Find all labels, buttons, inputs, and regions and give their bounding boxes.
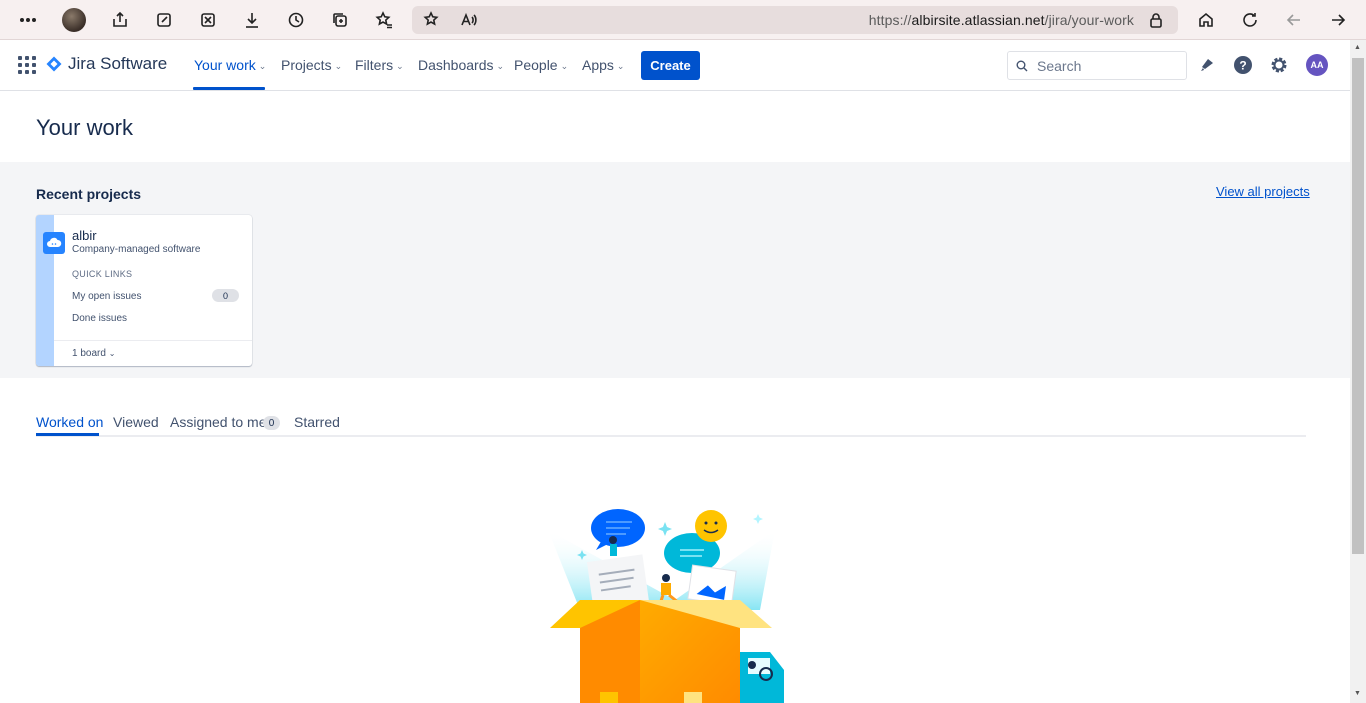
read-aloud-icon[interactable]	[457, 8, 481, 32]
nav-projects[interactable]: Projects ⌄	[281, 57, 342, 73]
view-all-projects-link[interactable]: View all projects	[1216, 184, 1310, 199]
chevron-down-icon: ⌄	[496, 60, 505, 71]
tab-worked-on[interactable]: Worked on	[36, 414, 103, 430]
nav-your-work[interactable]: Your work ⌄	[194, 57, 266, 73]
share-icon[interactable]	[108, 8, 132, 32]
browser-toolbar: https://albirsite.atlassian.net/jira/you…	[0, 0, 1366, 40]
scroll-down-arrow-icon[interactable]: ▼	[1354, 690, 1361, 697]
favorites-icon[interactable]	[372, 8, 396, 32]
chevron-down-icon: ⌄	[258, 60, 267, 71]
card-divider	[54, 340, 252, 341]
search-input[interactable]: Search	[1007, 51, 1187, 80]
recent-projects-heading: Recent projects	[36, 186, 142, 202]
product-name: Jira Software	[68, 54, 168, 73]
user-avatar[interactable]: AA	[1306, 54, 1328, 76]
browser-profile-avatar[interactable]	[62, 8, 86, 32]
project-type: Company-managed software	[72, 244, 201, 255]
create-button[interactable]: Create	[641, 51, 700, 80]
project-cloud-icon	[43, 232, 65, 254]
active-nav-indicator	[193, 87, 265, 90]
tab-assigned-to-me[interactable]: Assigned to me	[170, 414, 267, 430]
add-favorite-icon[interactable]	[419, 8, 443, 32]
my-open-issues-link[interactable]: My open issues	[72, 291, 141, 302]
tabs-divider	[36, 435, 1306, 437]
collections-icon[interactable]	[328, 8, 352, 32]
active-tab-indicator	[36, 433, 99, 436]
back-icon[interactable]	[1282, 8, 1306, 32]
svg-text:?: ?	[1239, 59, 1246, 73]
settings-icon[interactable]	[1268, 54, 1290, 76]
quick-links-heading: QUICK LINKS	[72, 269, 133, 279]
project-name[interactable]: albir	[72, 228, 97, 243]
search-placeholder: Search	[1037, 58, 1082, 74]
chevron-down-icon: ⌄	[560, 60, 569, 71]
scroll-up-arrow-icon[interactable]: ▲	[1354, 44, 1361, 51]
jira-logo[interactable]: Jira Software	[46, 54, 167, 74]
nav-dashboards[interactable]: Dashboards ⌄	[418, 57, 504, 73]
nav-people[interactable]: People ⌄	[514, 57, 568, 73]
tab-starred[interactable]: Starred	[294, 414, 340, 430]
notifications-icon[interactable]	[1196, 54, 1218, 76]
history-icon[interactable]	[284, 8, 308, 32]
project-card[interactable]: albir Company-managed software QUICK LIN…	[36, 215, 252, 366]
chevron-down-icon: ⌄	[616, 60, 625, 71]
download-icon[interactable]	[240, 8, 264, 32]
jira-top-nav: Jira Software Your work ⌄ Projects ⌄ Filte…	[0, 40, 1350, 91]
address-bar[interactable]: https://albirsite.atlassian.net/jira/you…	[412, 6, 1178, 34]
assigned-count-badge: 0	[263, 416, 280, 430]
refresh-icon[interactable]	[1238, 8, 1262, 32]
math-solver-icon[interactable]	[196, 8, 220, 32]
done-issues-link[interactable]: Done issues	[72, 313, 127, 324]
jira-logo-icon	[46, 56, 62, 72]
open-issues-count-badge: 0	[212, 289, 239, 302]
search-icon	[1016, 60, 1028, 72]
forward-icon[interactable]	[1326, 8, 1350, 32]
page-scrollbar[interactable]: ▲ ▼	[1350, 40, 1366, 703]
home-icon[interactable]	[1194, 8, 1218, 32]
chevron-down-icon: ⌄	[108, 349, 116, 358]
url-text: https://albirsite.atlassian.net/jira/you…	[868, 12, 1134, 28]
nav-apps[interactable]: Apps ⌄	[582, 57, 624, 73]
chevron-down-icon: ⌄	[334, 60, 343, 71]
boards-dropdown[interactable]: 1 board ⌄	[72, 348, 115, 359]
lock-icon[interactable]	[1144, 8, 1168, 32]
page-title: Your work	[36, 115, 134, 140]
edit-icon[interactable]	[152, 8, 176, 32]
empty-state-illustration	[548, 509, 784, 703]
nav-filters[interactable]: Filters ⌄	[355, 57, 404, 73]
more-options-icon[interactable]	[16, 8, 40, 32]
chevron-down-icon: ⌄	[396, 60, 404, 71]
tab-viewed[interactable]: Viewed	[113, 414, 159, 430]
help-icon[interactable]: ?	[1232, 54, 1254, 76]
app-switcher-icon[interactable]	[18, 56, 36, 74]
scroll-thumb[interactable]	[1352, 58, 1364, 554]
